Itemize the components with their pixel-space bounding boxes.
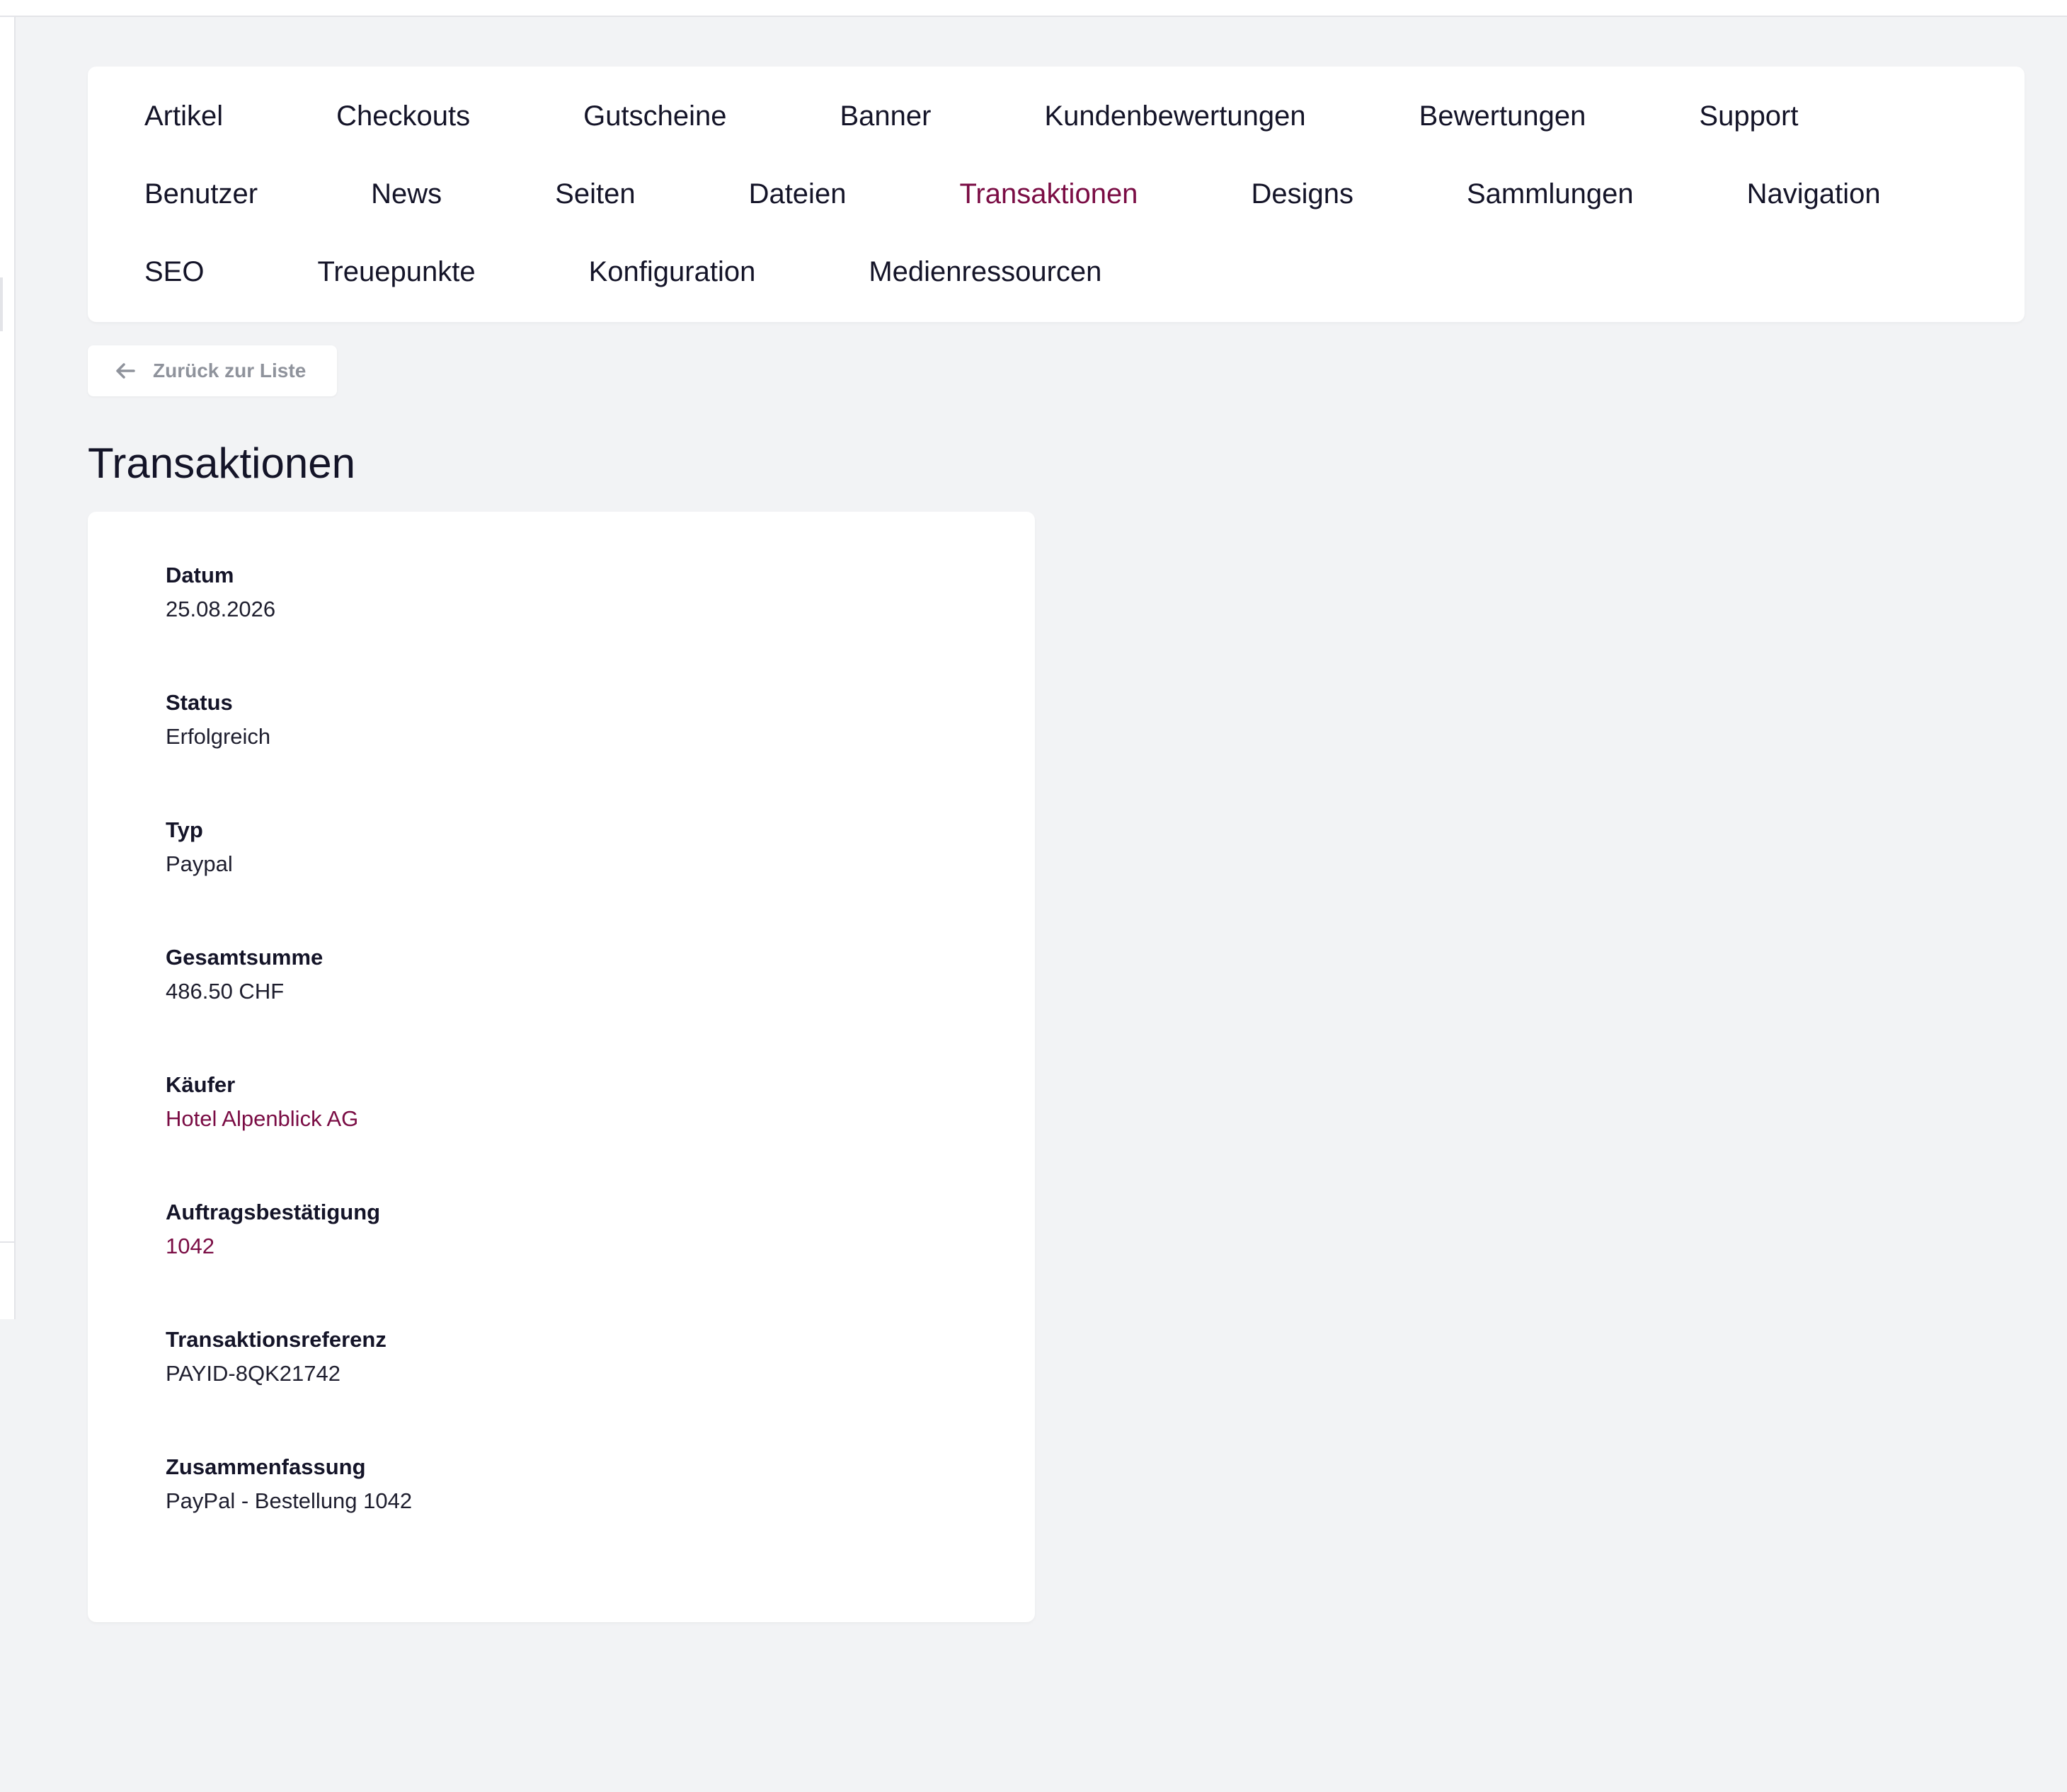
nav-item-medienressourcen[interactable]: Medienressourcen xyxy=(869,256,1101,288)
back-to-list-label: Zurück zur Liste xyxy=(153,360,307,381)
field-label: Typ xyxy=(166,817,203,842)
field-label: Auftragsbestätigung xyxy=(166,1200,381,1224)
nav-item-benutzer[interactable]: Benutzer xyxy=(144,178,258,210)
nav-item-checkouts[interactable]: Checkouts xyxy=(336,100,470,132)
page-title: Transaktionen xyxy=(88,440,355,487)
field-label: Status xyxy=(166,690,233,715)
field-zusammenfassung: Zusammenfassung PayPal - Bestellung 1042 xyxy=(166,1453,412,1515)
nav-item-transaktionen[interactable]: Transaktionen xyxy=(959,178,1138,210)
nav-item-bewertungen[interactable]: Bewertungen xyxy=(1419,100,1586,132)
nav-item-support[interactable]: Support xyxy=(1699,100,1798,132)
field-typ: Typ Paypal xyxy=(166,816,233,878)
nav-item-gutscheine[interactable]: Gutscheine xyxy=(583,100,726,132)
sidebar-divider xyxy=(0,1241,14,1243)
nav-item-seo[interactable]: SEO xyxy=(144,256,204,288)
field-value: Paypal xyxy=(166,851,233,876)
nav-item-kundenbewertungen[interactable]: Kundenbewertungen xyxy=(1044,100,1305,132)
field-value: Erfolgreich xyxy=(166,724,271,749)
top-bar xyxy=(0,0,2067,17)
field-label: Datum xyxy=(166,563,234,587)
field-transaktionsreferenz: Transaktionsreferenz PAYID-8QK21742 xyxy=(166,1326,387,1388)
field-datum: Datum 25.08.2026 xyxy=(166,561,275,624)
field-value: 486.50 CHF xyxy=(166,979,285,1004)
nav-item-designs[interactable]: Designs xyxy=(1251,178,1353,210)
field-kaeufer: Käufer Hotel Alpenblick AG xyxy=(166,1071,358,1133)
field-label: Zusammenfassung xyxy=(166,1454,366,1479)
nav-item-sammlungen[interactable]: Sammlungen xyxy=(1467,178,1634,210)
sidebar-edge xyxy=(0,17,16,1319)
nav-row-3: SEO Treuepunkte Konfiguration Medienress… xyxy=(144,251,1101,293)
field-value: PayPal - Bestellung 1042 xyxy=(166,1488,413,1513)
nav-item-treuepunkte[interactable]: Treuepunkte xyxy=(317,256,475,288)
nav-item-banner[interactable]: Banner xyxy=(840,100,931,132)
back-to-list-button[interactable]: Zurück zur Liste xyxy=(88,345,337,396)
field-gesamtsumme: Gesamtsumme 486.50 CHF xyxy=(166,943,323,1006)
field-auftragsbestaetigung: Auftragsbestätigung 1042 xyxy=(166,1198,380,1260)
buyer-link[interactable]: Hotel Alpenblick AG xyxy=(166,1105,358,1133)
nav-row-1: Artikel Checkouts Gutscheine Banner Kund… xyxy=(144,95,1799,137)
field-label: Käufer xyxy=(166,1072,236,1097)
nav-item-artikel[interactable]: Artikel xyxy=(144,100,223,132)
order-confirmation-link[interactable]: 1042 xyxy=(166,1232,380,1260)
nav-row-2: Benutzer News Seiten Dateien Transaktion… xyxy=(144,173,1881,215)
transaction-detail-card: Datum 25.08.2026 Status Erfolgreich Typ … xyxy=(88,512,1035,1622)
field-status: Status Erfolgreich xyxy=(166,689,270,751)
field-label: Transaktionsreferenz xyxy=(166,1327,387,1352)
nav-item-navigation[interactable]: Navigation xyxy=(1747,178,1881,210)
field-label: Gesamtsumme xyxy=(166,945,323,970)
nav-item-dateien[interactable]: Dateien xyxy=(749,178,847,210)
nav-item-seiten[interactable]: Seiten xyxy=(555,178,635,210)
sidebar-notch xyxy=(0,277,3,331)
field-value: 25.08.2026 xyxy=(166,597,276,621)
nav-item-news[interactable]: News xyxy=(371,178,442,210)
nav-item-konfiguration[interactable]: Konfiguration xyxy=(589,256,756,288)
module-navigation: Artikel Checkouts Gutscheine Banner Kund… xyxy=(88,67,2025,322)
field-value: PAYID-8QK21742 xyxy=(166,1361,340,1386)
arrow-left-icon xyxy=(115,362,136,379)
